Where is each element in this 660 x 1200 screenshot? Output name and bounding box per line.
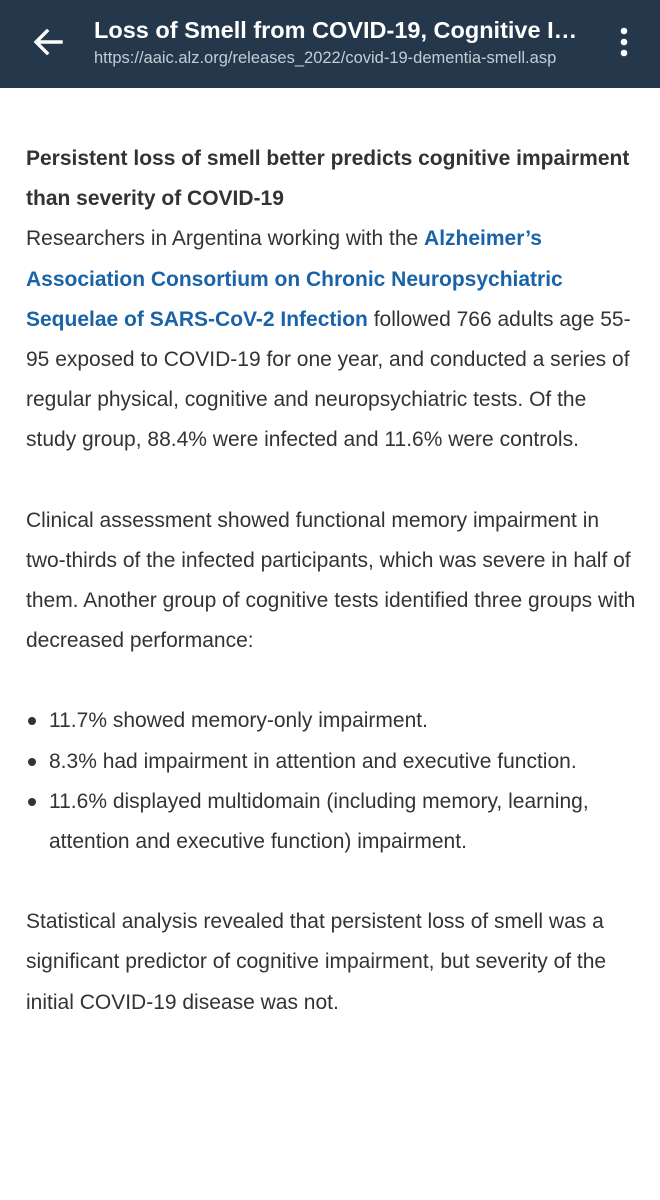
bullet-dot	[28, 797, 36, 806]
list-item: 8.3% had impairment in attention and exe…	[26, 742, 638, 782]
back-button[interactable]	[22, 24, 74, 60]
page-url: https://aaic.alz.org/releases_2022/covid…	[94, 49, 557, 67]
findings-list: 11.7% showed memory-only impairment. 8.3…	[26, 701, 638, 862]
more-options-button[interactable]	[614, 24, 634, 60]
list-item-text: 11.6% displayed multidomain (including m…	[49, 789, 589, 854]
title-block: Loss of Smell from COVID-19, Cognitive I…	[94, 15, 594, 69]
bullet-dot	[28, 717, 36, 726]
more-vertical-icon	[620, 27, 628, 57]
app-bar: Loss of Smell from COVID-19, Cognitive I…	[0, 0, 660, 88]
page-title: Loss of Smell from COVID-19, Cognitive I…	[94, 17, 594, 43]
intro-text-before-link: Researchers in Argentina working with th…	[26, 227, 425, 251]
list-item-text: 11.7% showed memory-only impairment.	[49, 709, 428, 733]
paragraph-intro: Persistent loss of smell better predicts…	[26, 139, 638, 461]
list-item: 11.7% showed memory-only impairment.	[26, 701, 638, 741]
arrow-left-icon	[33, 29, 63, 55]
bullet-dot	[28, 757, 36, 766]
paragraph-statistics: Statistical analysis revealed that persi…	[26, 910, 607, 1014]
list-item-text: 8.3% had impairment in attention and exe…	[49, 749, 577, 773]
paragraph-clinical: Clinical assessment showed functional me…	[26, 508, 636, 653]
article-body: Persistent loss of smell better predicts…	[26, 139, 638, 1023]
list-item: 11.6% displayed multidomain (including m…	[26, 782, 638, 862]
article-headline: Persistent loss of smell better predicts…	[26, 147, 630, 211]
